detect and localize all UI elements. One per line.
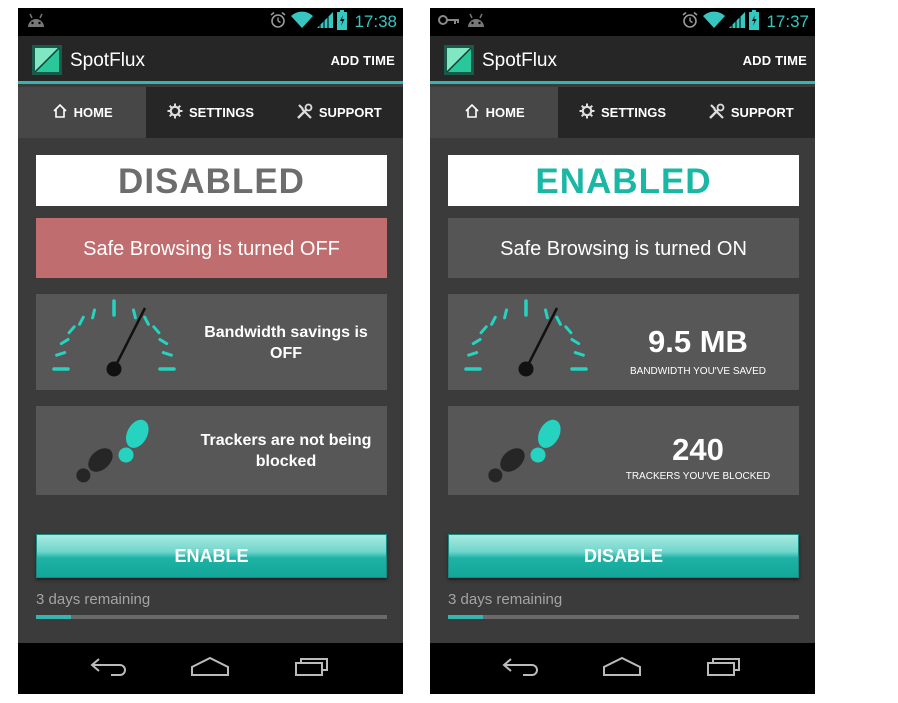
wifi-icon: [703, 11, 726, 34]
tab-home-label: HOME: [485, 105, 525, 120]
android-icon: [466, 12, 486, 33]
android-icon: [26, 12, 46, 33]
trackers-card: Trackers are not being blocked: [36, 406, 387, 495]
spotflux-logo-icon: [444, 45, 474, 80]
status-bar: 17:37: [430, 8, 815, 36]
tab-bar: HOME SETTINGS SUPPORT: [18, 87, 403, 138]
tab-home-label: HOME: [73, 105, 113, 120]
tab-support[interactable]: SUPPORT: [687, 87, 815, 138]
footprints-icon: [474, 406, 584, 500]
safe-browsing-status: Safe Browsing is turned OFF: [36, 218, 387, 278]
system-nav-bar: [430, 643, 815, 694]
recent-apps-icon[interactable]: [704, 655, 744, 682]
gear-icon: [167, 103, 183, 122]
phone-screen-disabled: 17:38 SpotFlux ADD TIME HOME SETTINGS SU…: [18, 8, 403, 694]
trackers-blocked-caption: TRACKERS YOU'VE BLOCKED: [625, 471, 771, 482]
footprints-icon: [62, 406, 172, 500]
add-time-button[interactable]: ADD TIME: [743, 53, 807, 68]
trackers-blocked-value: 240: [672, 432, 724, 467]
gear-icon: [579, 103, 595, 122]
tab-settings[interactable]: SETTINGS: [558, 87, 686, 138]
system-nav-bar: [18, 643, 403, 694]
spotflux-logo-icon: [32, 45, 62, 80]
alarm-icon: [681, 11, 699, 34]
trial-progress-fill: [448, 615, 484, 619]
protection-state-label: ENABLED: [448, 155, 799, 206]
trial-progress-bar: [448, 615, 799, 619]
status-bar: 17:38: [18, 8, 403, 36]
key-icon: [438, 13, 460, 31]
days-remaining-label: 3 days remaining: [448, 591, 563, 608]
enable-button[interactable]: ENABLE: [36, 534, 387, 578]
bandwidth-saved-value: 9.5 MB: [648, 324, 748, 359]
signal-icon: [317, 11, 334, 34]
protection-state-label: DISABLED: [36, 155, 387, 206]
bandwidth-card: 9.5 MB BANDWIDTH YOU'VE SAVED: [448, 294, 799, 390]
home-content: ENABLED Safe Browsing is turned ON 9.5 M…: [430, 138, 815, 643]
bandwidth-saved-caption: BANDWIDTH YOU'VE SAVED: [629, 366, 766, 377]
tools-icon: [296, 103, 313, 123]
trial-progress-fill: [36, 615, 72, 619]
trial-progress-bar: [36, 615, 387, 619]
back-icon[interactable]: [501, 655, 541, 682]
tab-home[interactable]: HOME: [430, 87, 559, 138]
home-content: DISABLED Safe Browsing is turned OFF Ban…: [18, 138, 403, 643]
speedometer-icon: [462, 294, 592, 395]
bandwidth-status-text: Bandwidth savings is OFF: [204, 324, 368, 362]
tools-icon: [708, 103, 725, 123]
battery-icon: [337, 9, 348, 35]
signal-icon: [729, 11, 746, 34]
action-bar: SpotFlux ADD TIME: [430, 36, 815, 84]
tab-support-label: SUPPORT: [318, 105, 382, 120]
action-bar: SpotFlux ADD TIME: [18, 36, 403, 84]
disable-button[interactable]: DISABLE: [448, 534, 799, 578]
bandwidth-card: Bandwidth savings is OFF: [36, 294, 387, 390]
tab-support[interactable]: SUPPORT: [275, 87, 403, 138]
phone-screen-enabled: 17:37 SpotFlux ADD TIME HOME SETTINGS SU…: [430, 8, 815, 694]
trackers-card: 240 TRACKERS YOU'VE BLOCKED: [448, 406, 799, 495]
home-nav-icon[interactable]: [602, 655, 642, 682]
status-clock: 17:37: [766, 12, 809, 31]
back-icon[interactable]: [89, 655, 129, 682]
status-clock: 17:38: [354, 12, 397, 31]
home-icon: [52, 103, 68, 122]
battery-icon: [749, 9, 760, 35]
safe-browsing-status: Safe Browsing is turned ON: [448, 218, 799, 278]
tab-bar: HOME SETTINGS SUPPORT: [430, 87, 815, 138]
days-remaining-label: 3 days remaining: [36, 591, 151, 608]
home-icon: [464, 103, 480, 122]
tab-settings-label: SETTINGS: [188, 105, 254, 120]
add-time-button[interactable]: ADD TIME: [331, 53, 395, 68]
wifi-icon: [291, 11, 314, 34]
tab-support-label: SUPPORT: [730, 105, 794, 120]
app-title: SpotFlux: [70, 50, 145, 71]
tab-settings-label: SETTINGS: [600, 105, 666, 120]
alarm-icon: [269, 11, 287, 34]
trackers-status-text: Trackers are not being blocked: [200, 432, 372, 470]
tab-home[interactable]: HOME: [18, 87, 147, 138]
tab-settings[interactable]: SETTINGS: [146, 87, 274, 138]
speedometer-icon: [50, 294, 180, 395]
app-title: SpotFlux: [482, 50, 557, 71]
recent-apps-icon[interactable]: [292, 655, 332, 682]
home-nav-icon[interactable]: [190, 655, 230, 682]
